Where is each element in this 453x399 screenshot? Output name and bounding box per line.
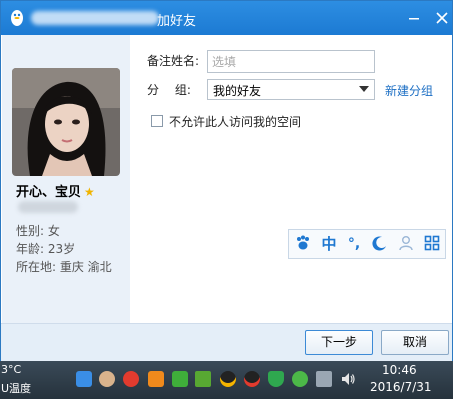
minimize-button[interactable] <box>403 7 425 29</box>
grid-icon-glyph <box>424 235 440 251</box>
qq-penguin-icon <box>11 10 23 26</box>
chevron-down-icon <box>359 86 369 92</box>
qq-tray-icon-2[interactable] <box>244 371 260 387</box>
close-icon <box>436 12 448 24</box>
user-avatar-tray-icon[interactable] <box>99 371 115 387</box>
clock-date[interactable]: 2016/7/31 <box>370 380 432 394</box>
group-label: 分 组: <box>147 83 191 97</box>
network-icon[interactable] <box>316 371 332 387</box>
next-button[interactable]: 下一步 <box>305 330 373 355</box>
person-icon[interactable] <box>396 234 416 254</box>
moon-icon[interactable] <box>370 234 390 254</box>
cancel-button[interactable]: 取消 <box>381 330 449 355</box>
group-select[interactable]: 我的好友 <box>207 79 375 100</box>
new-group-link[interactable]: 新建分组 <box>385 82 433 99</box>
privacy-checkbox[interactable] <box>151 115 163 127</box>
avatar-image <box>12 68 120 176</box>
remark-name-input[interactable] <box>207 50 375 73</box>
dialog-footer: 下一步 取消 <box>1 323 452 361</box>
clock-time[interactable]: 10:46 <box>382 363 417 377</box>
qq-tray-icon[interactable] <box>220 371 236 387</box>
account-number-blurred <box>18 201 78 213</box>
minimize-icon <box>409 18 419 20</box>
security-guard-icon[interactable] <box>172 371 188 387</box>
ime-toolbar: 中 °, <box>288 229 446 259</box>
temperature-label: U温度 <box>1 382 32 395</box>
close-button[interactable] <box>431 7 453 29</box>
nickname-row: 开心、宝贝 ★ <box>16 181 95 200</box>
gender-info: 性别: 女 <box>16 224 60 238</box>
cube-app-icon[interactable] <box>76 371 92 387</box>
profile-panel: 开心、宝贝 ★ 性别: 女 年龄: 23岁 所在地: 重庆 渝北 <box>2 35 130 323</box>
paw-icon-glyph <box>297 235 309 250</box>
dialog-title: 加好友 <box>157 14 197 29</box>
ime-mode-toggle[interactable]: 中 <box>319 234 339 254</box>
title-bar[interactable]: 加好友 <box>1 1 452 35</box>
location-info: 所在地: 重庆 渝北 <box>16 260 112 274</box>
ime-punctuation-toggle[interactable]: °, <box>344 234 364 254</box>
avatar[interactable] <box>12 68 120 176</box>
title-name-blurred <box>31 11 159 25</box>
paw-icon[interactable] <box>293 234 313 254</box>
star-icon: ★ <box>84 185 95 199</box>
add-friend-dialog: 加好友 开心、宝贝 ★ 性别: 女 年龄: 23岁 所在地: 重庆 渝北 备注姓… <box>0 0 453 361</box>
taskbar: 3°C U温度 10:46 2016/7/31 <box>0 361 453 399</box>
person-icon-glyph <box>399 236 413 251</box>
moon-icon-glyph <box>372 236 386 251</box>
drink-app-icon[interactable] <box>148 371 164 387</box>
netease-music-icon[interactable] <box>123 371 139 387</box>
volume-icon[interactable] <box>340 371 356 387</box>
nvidia-icon[interactable] <box>195 371 211 387</box>
grid-icon[interactable] <box>422 234 442 254</box>
volume-icon-glyph <box>342 373 355 385</box>
remark-label: 备注姓名: <box>147 54 200 68</box>
temperature-readout: 3°C <box>1 363 22 376</box>
age-info: 年龄: 23岁 <box>16 242 76 256</box>
plus-circle-icon[interactable] <box>292 371 308 387</box>
privacy-checkbox-label[interactable]: 不允许此人访问我的空间 <box>169 113 301 130</box>
group-selected-value: 我的好友 <box>213 84 262 98</box>
shield-icon[interactable] <box>268 371 284 387</box>
nickname: 开心、宝贝 <box>16 185 82 200</box>
